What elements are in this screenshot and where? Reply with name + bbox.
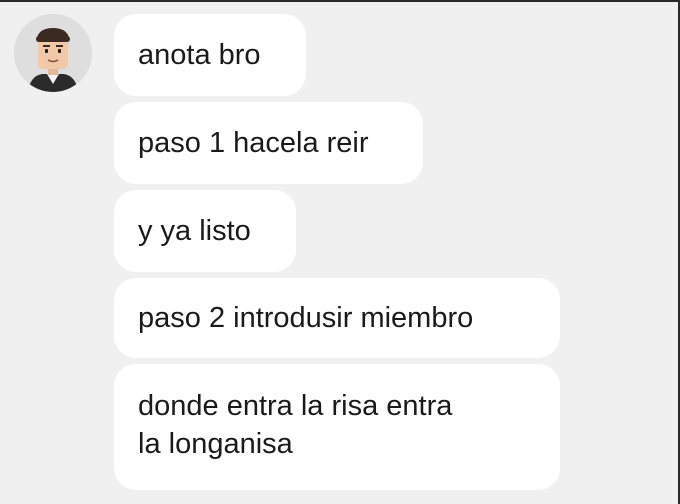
sender-avatar[interactable] (14, 14, 92, 92)
message-bubble[interactable]: paso 1 hacela reir (114, 102, 423, 184)
message-text: paso 1 hacela reir (138, 127, 369, 159)
message-text-line: donde entra la risa entra (138, 390, 453, 422)
message-text: paso 2 introdusir miembro (138, 302, 474, 334)
roblox-avatar-icon (14, 14, 92, 92)
chat-window: anota bro paso 1 hacela reir y ya listo … (0, 0, 680, 504)
message-text-line: la longanisa (138, 428, 293, 460)
message-text: y ya listo (138, 215, 251, 247)
message-bubble[interactable]: donde entra la risa entra la longanisa (114, 364, 560, 490)
message-bubble[interactable]: anota bro (114, 14, 306, 96)
message-bubble[interactable]: paso 2 introdusir miembro (114, 278, 560, 358)
message-text: anota bro (138, 39, 261, 71)
message-bubble[interactable]: y ya listo (114, 190, 296, 272)
